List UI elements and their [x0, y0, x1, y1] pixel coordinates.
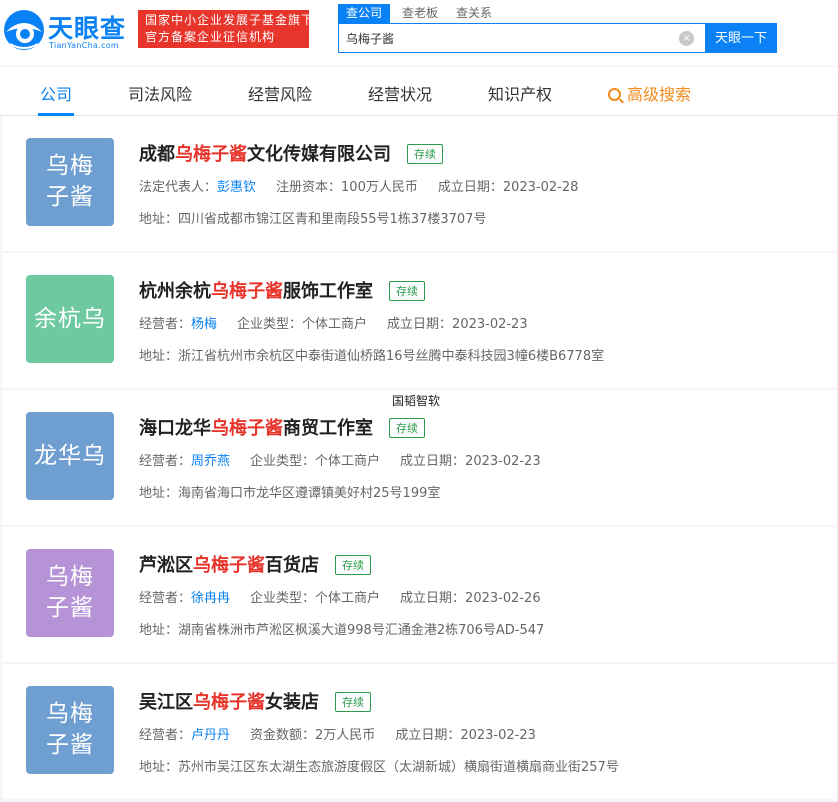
company-name-prefix: 成都: [139, 144, 175, 165]
result-card[interactable]: 乌梅子酱 成都乌梅子酱文化传媒有限公司 存续 法定代表人：彭惠钦 注册资本：100万…: [2, 116, 836, 251]
person-label: 经营者：: [139, 591, 192, 606]
company-avatar: 乌梅子酱: [26, 686, 114, 774]
clear-icon[interactable]: ×: [679, 31, 694, 46]
company-name[interactable]: 海口龙华乌梅子酱商贸工作室 存续: [139, 414, 425, 440]
company-name-prefix: 杭州余杭: [139, 281, 211, 302]
status-badge: 存续: [389, 281, 425, 301]
company-name-suffix: 服饰工作室: [283, 281, 373, 302]
company-meta: 经营者：周乔燕 企业类型：个体工商户 成立日期：2023-02-23: [139, 450, 541, 469]
search-icon: [608, 88, 621, 101]
company-avatar: 余杭乌: [26, 275, 114, 363]
company-meta: 经营者：徐冉冉 企业类型：个体工商户 成立日期：2023-02-26: [139, 587, 541, 606]
badge-line-2: 官方备案企业征信机构: [145, 30, 276, 44]
company-name-prefix: 芦淞区: [139, 555, 193, 576]
logo-domain: TianYanCha.com: [49, 41, 119, 50]
status-badge: 存续: [335, 555, 371, 575]
tab-intellectual-property[interactable]: 知识产权: [488, 81, 552, 105]
company-avatar: 龙华乌: [26, 412, 114, 500]
result-card[interactable]: 龙华乌 海口龙华乌梅子酱商贸工作室 存续 经营者：周乔燕 企业类型：个体工商户 成立日…: [2, 390, 836, 525]
search-input[interactable]: [339, 24, 674, 52]
company-name-highlight: 乌梅子酱: [211, 281, 283, 302]
founded-date: 成立日期：2023-02-23: [387, 317, 528, 332]
person-label: 经营者：: [139, 317, 192, 332]
registered-capital: 注册资本：100万人民币: [276, 180, 418, 195]
company-meta: 经营者：杨梅 企业类型：个体工商户 成立日期：2023-02-23: [139, 313, 528, 332]
tab-company[interactable]: 公司: [40, 81, 72, 105]
status-badge: 存续: [407, 144, 443, 164]
eye-logo-icon: [4, 10, 44, 50]
company-avatar: 乌梅子酱: [26, 138, 114, 226]
tab-search-boss[interactable]: 查老板: [402, 4, 438, 23]
floating-watermark-label: 国韬智软: [392, 394, 441, 408]
logo-text: 天眼查: [48, 14, 127, 43]
search-button[interactable]: 天眼一下: [705, 23, 777, 53]
company-name-highlight: 乌梅子酱: [175, 144, 247, 165]
person-link[interactable]: 卢丹丹: [191, 728, 230, 743]
person-label: 经营者：: [139, 454, 192, 469]
company-address: 地址：海南省海口市龙华区遵谭镇美好村25号199室: [139, 486, 441, 501]
status-badge: 存续: [389, 418, 425, 438]
status-badge: 存续: [335, 692, 371, 712]
tab-operation-risk[interactable]: 经营风险: [248, 81, 312, 105]
company-name-highlight: 乌梅子酱: [193, 555, 265, 576]
category-nav: 公司 司法风险 经营风险 经营状况 知识产权 高级搜索: [0, 66, 838, 116]
tianyancha-logo[interactable]: 天眼查 TianYanCha.com: [2, 6, 130, 52]
tab-search-relation[interactable]: 查关系: [456, 4, 492, 23]
founded-date: 成立日期：2023-02-23: [400, 454, 541, 469]
company-name-suffix: 女装店: [265, 692, 319, 713]
company-address: 地址：浙江省杭州市余杭区中泰街道仙桥路16号丝腾中泰科技园3幢6楼B6778室: [139, 349, 605, 364]
company-name[interactable]: 杭州余杭乌梅子酱服饰工作室 存续: [139, 277, 425, 303]
official-badge: 国家中小企业发展子基金旗下 官方备案企业征信机构: [138, 10, 315, 48]
company-meta: 经营者：卢丹丹 资金数额：2万人民币 成立日期：2023-02-23: [139, 724, 536, 743]
tab-search-company[interactable]: 查公司: [338, 4, 391, 23]
tab-judicial-risk[interactable]: 司法风险: [128, 81, 192, 105]
company-address: 地址：四川省成都市锦江区青和里南段55号1栋37楼3707号: [139, 212, 487, 227]
company-name[interactable]: 成都乌梅子酱文化传媒有限公司 存续: [139, 140, 443, 166]
company-name-prefix: 吴江区: [139, 692, 193, 713]
company-type: 企业类型：个体工商户: [250, 591, 381, 606]
result-card[interactable]: 乌梅子酱 芦淞区乌梅子酱百货店 存续 经营者：徐冉冉 企业类型：个体工商户 成立日期：…: [2, 527, 836, 662]
search-box: ×: [338, 23, 705, 53]
tab-operation-status[interactable]: 经营状况: [368, 81, 432, 105]
top-header: 天眼查 TianYanCha.com 国家中小企业发展子基金旗下 官方备案企业征…: [0, 0, 838, 66]
company-type: 企业类型：个体工商户: [250, 454, 381, 469]
person-link[interactable]: 彭惠钦: [217, 180, 256, 195]
result-card[interactable]: 乌梅子酱 吴江区乌梅子酱女装店 存续 经营者：卢丹丹 资金数额：2万人民币 成立日期：…: [2, 664, 836, 799]
advanced-search-link[interactable]: 高级搜索: [608, 81, 691, 105]
person-link[interactable]: 徐冉冉: [191, 591, 230, 606]
person-link[interactable]: 周乔燕: [191, 454, 230, 469]
company-name[interactable]: 芦淞区乌梅子酱百货店 存续: [139, 551, 371, 577]
person-label: 法定代表人：: [139, 180, 218, 195]
company-name-suffix: 文化传媒有限公司: [247, 144, 391, 165]
result-card[interactable]: 余杭乌 杭州余杭乌梅子酱服饰工作室 存续 经营者：杨梅 企业类型：个体工商户 成立日期…: [2, 253, 836, 388]
founded-date: 成立日期：2023-02-23: [395, 728, 536, 743]
company-address: 地址：湖南省株洲市芦淞区枫溪大道998号汇通金港2栋706号AD-547: [139, 623, 545, 638]
founded-date: 成立日期：2023-02-26: [400, 591, 541, 606]
company-address: 地址：苏州市吴江区东太湖生态旅游度假区（太湖新城）横扇街道横扇商业街257号: [139, 760, 619, 775]
company-avatar: 乌梅子酱: [26, 549, 114, 637]
company-name-suffix: 百货店: [265, 555, 319, 576]
badge-line-1: 国家中小企业发展子基金旗下: [145, 13, 315, 27]
company-name[interactable]: 吴江区乌梅子酱女装店 存续: [139, 688, 371, 714]
advanced-search-label: 高级搜索: [627, 85, 692, 104]
person-link[interactable]: 杨梅: [191, 317, 217, 332]
company-name-highlight: 乌梅子酱: [193, 692, 265, 713]
person-label: 经营者：: [139, 728, 192, 743]
company-type: 企业类型：个体工商户: [237, 317, 368, 332]
capital-amount: 资金数额：2万人民币: [250, 728, 376, 743]
founded-date: 成立日期：2023-02-28: [437, 180, 579, 195]
company-name-prefix: 海口龙华: [139, 418, 211, 439]
company-name-highlight: 乌梅子酱: [211, 418, 283, 439]
company-meta: 法定代表人：彭惠钦 注册资本：100万人民币 成立日期：2023-02-28: [139, 176, 578, 195]
company-name-suffix: 商贸工作室: [283, 418, 373, 439]
